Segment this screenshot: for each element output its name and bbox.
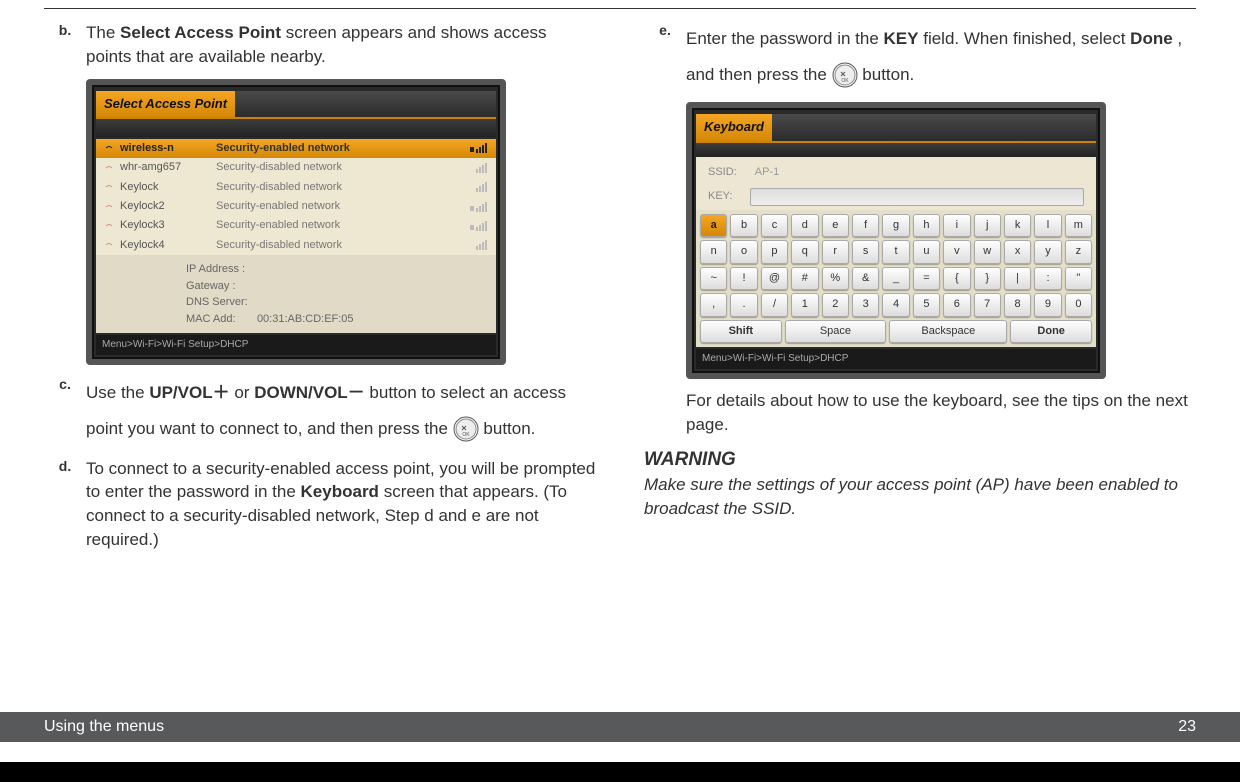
key-space: Space	[785, 320, 887, 343]
svg-text:OK: OK	[841, 78, 849, 84]
step-e-body: Enter the password in the KEY field. Whe…	[686, 21, 1196, 92]
key-shift: Shift	[700, 320, 782, 343]
left-column: b. The Select Access Point screen appear…	[44, 21, 596, 562]
onscreen-keyboard: a b c d e f g h i j k l	[696, 210, 1096, 347]
step-c-label: c.	[44, 375, 86, 446]
kb-screen-title: Keyboard	[696, 114, 772, 140]
ssid-row: SSID: AP-1	[696, 161, 1096, 184]
wifi-icon	[104, 221, 114, 231]
step-b-label: b.	[44, 21, 86, 69]
ap-screen: Select Access Point wireless-n Security-…	[86, 79, 506, 366]
key-a: a	[700, 214, 727, 237]
keyboard-note: For details about how to use the keyboar…	[644, 389, 1196, 437]
key-row: KEY:	[696, 184, 1096, 210]
svg-text:OK: OK	[462, 432, 470, 438]
key-done: Done	[1010, 320, 1092, 343]
signal-icon	[470, 182, 488, 192]
page-number: 23	[1178, 716, 1196, 738]
step-e: e. Enter the password in the KEY field. …	[644, 21, 1196, 92]
signal-icon	[470, 240, 488, 250]
step-c-body: Use the UP/VOL＋ or DOWN/VOL－ button to s…	[86, 375, 596, 446]
warning-text: Make sure the settings of your access po…	[644, 473, 1196, 521]
ap-screen-title: Select Access Point	[96, 91, 235, 117]
ap-row: Keylock3 Security-enabled network	[96, 216, 496, 235]
footer-title: Using the menus	[44, 716, 164, 738]
wifi-icon	[104, 143, 114, 153]
step-b: b. The Select Access Point screen appear…	[44, 21, 596, 69]
wifi-icon	[104, 182, 114, 192]
key-input	[750, 188, 1084, 206]
ap-row: whr-amg657 Security-disabled network	[96, 158, 496, 177]
ok-button-icon: OK	[453, 416, 479, 442]
wifi-icon	[104, 202, 114, 212]
breadcrumb: Menu>Wi-Fi>Wi-Fi Setup>DHCP	[696, 349, 1096, 369]
ap-row: Keylock2 Security-enabled network	[96, 197, 496, 216]
step-c: c. Use the UP/VOL＋ or DOWN/VOL－ button t…	[44, 375, 596, 446]
lock-signal-icon	[470, 202, 488, 212]
step-b-body: The Select Access Point screen appears a…	[86, 21, 596, 69]
step-e-label: e.	[644, 21, 686, 92]
signal-icon	[470, 163, 488, 173]
ap-info: IP Address : Gateway : DNS Server: MAC A…	[96, 255, 496, 333]
warning-heading: WARNING	[644, 447, 1196, 474]
kb-screen: Keyboard SSID: AP-1 KEY:	[686, 102, 1106, 379]
ok-button-icon: OK	[832, 62, 858, 88]
ap-list: wireless-n Security-enabled network whr-…	[96, 139, 496, 333]
wifi-icon	[104, 240, 114, 250]
lock-signal-icon	[470, 143, 488, 153]
lock-signal-icon	[470, 221, 488, 231]
breadcrumb: Menu>Wi-Fi>Wi-Fi Setup>DHCP	[96, 335, 496, 355]
key-backspace: Backspace	[889, 320, 1007, 343]
footer: Using the menus 23	[0, 712, 1240, 742]
ap-row: Keylock4 Security-disabled network	[96, 236, 496, 255]
ap-row: Keylock Security-disabled network	[96, 178, 496, 197]
wifi-icon	[104, 163, 114, 173]
figure-keyboard: Keyboard SSID: AP-1 KEY:	[644, 102, 1196, 379]
step-d: d. To connect to a security-enabled acce…	[44, 457, 596, 552]
step-d-label: d.	[44, 457, 86, 552]
right-column: e. Enter the password in the KEY field. …	[644, 21, 1196, 562]
figure-access-point: Select Access Point wireless-n Security-…	[44, 79, 596, 366]
ap-row: wireless-n Security-enabled network	[96, 139, 496, 158]
step-d-body: To connect to a security-enabled access …	[86, 457, 596, 552]
